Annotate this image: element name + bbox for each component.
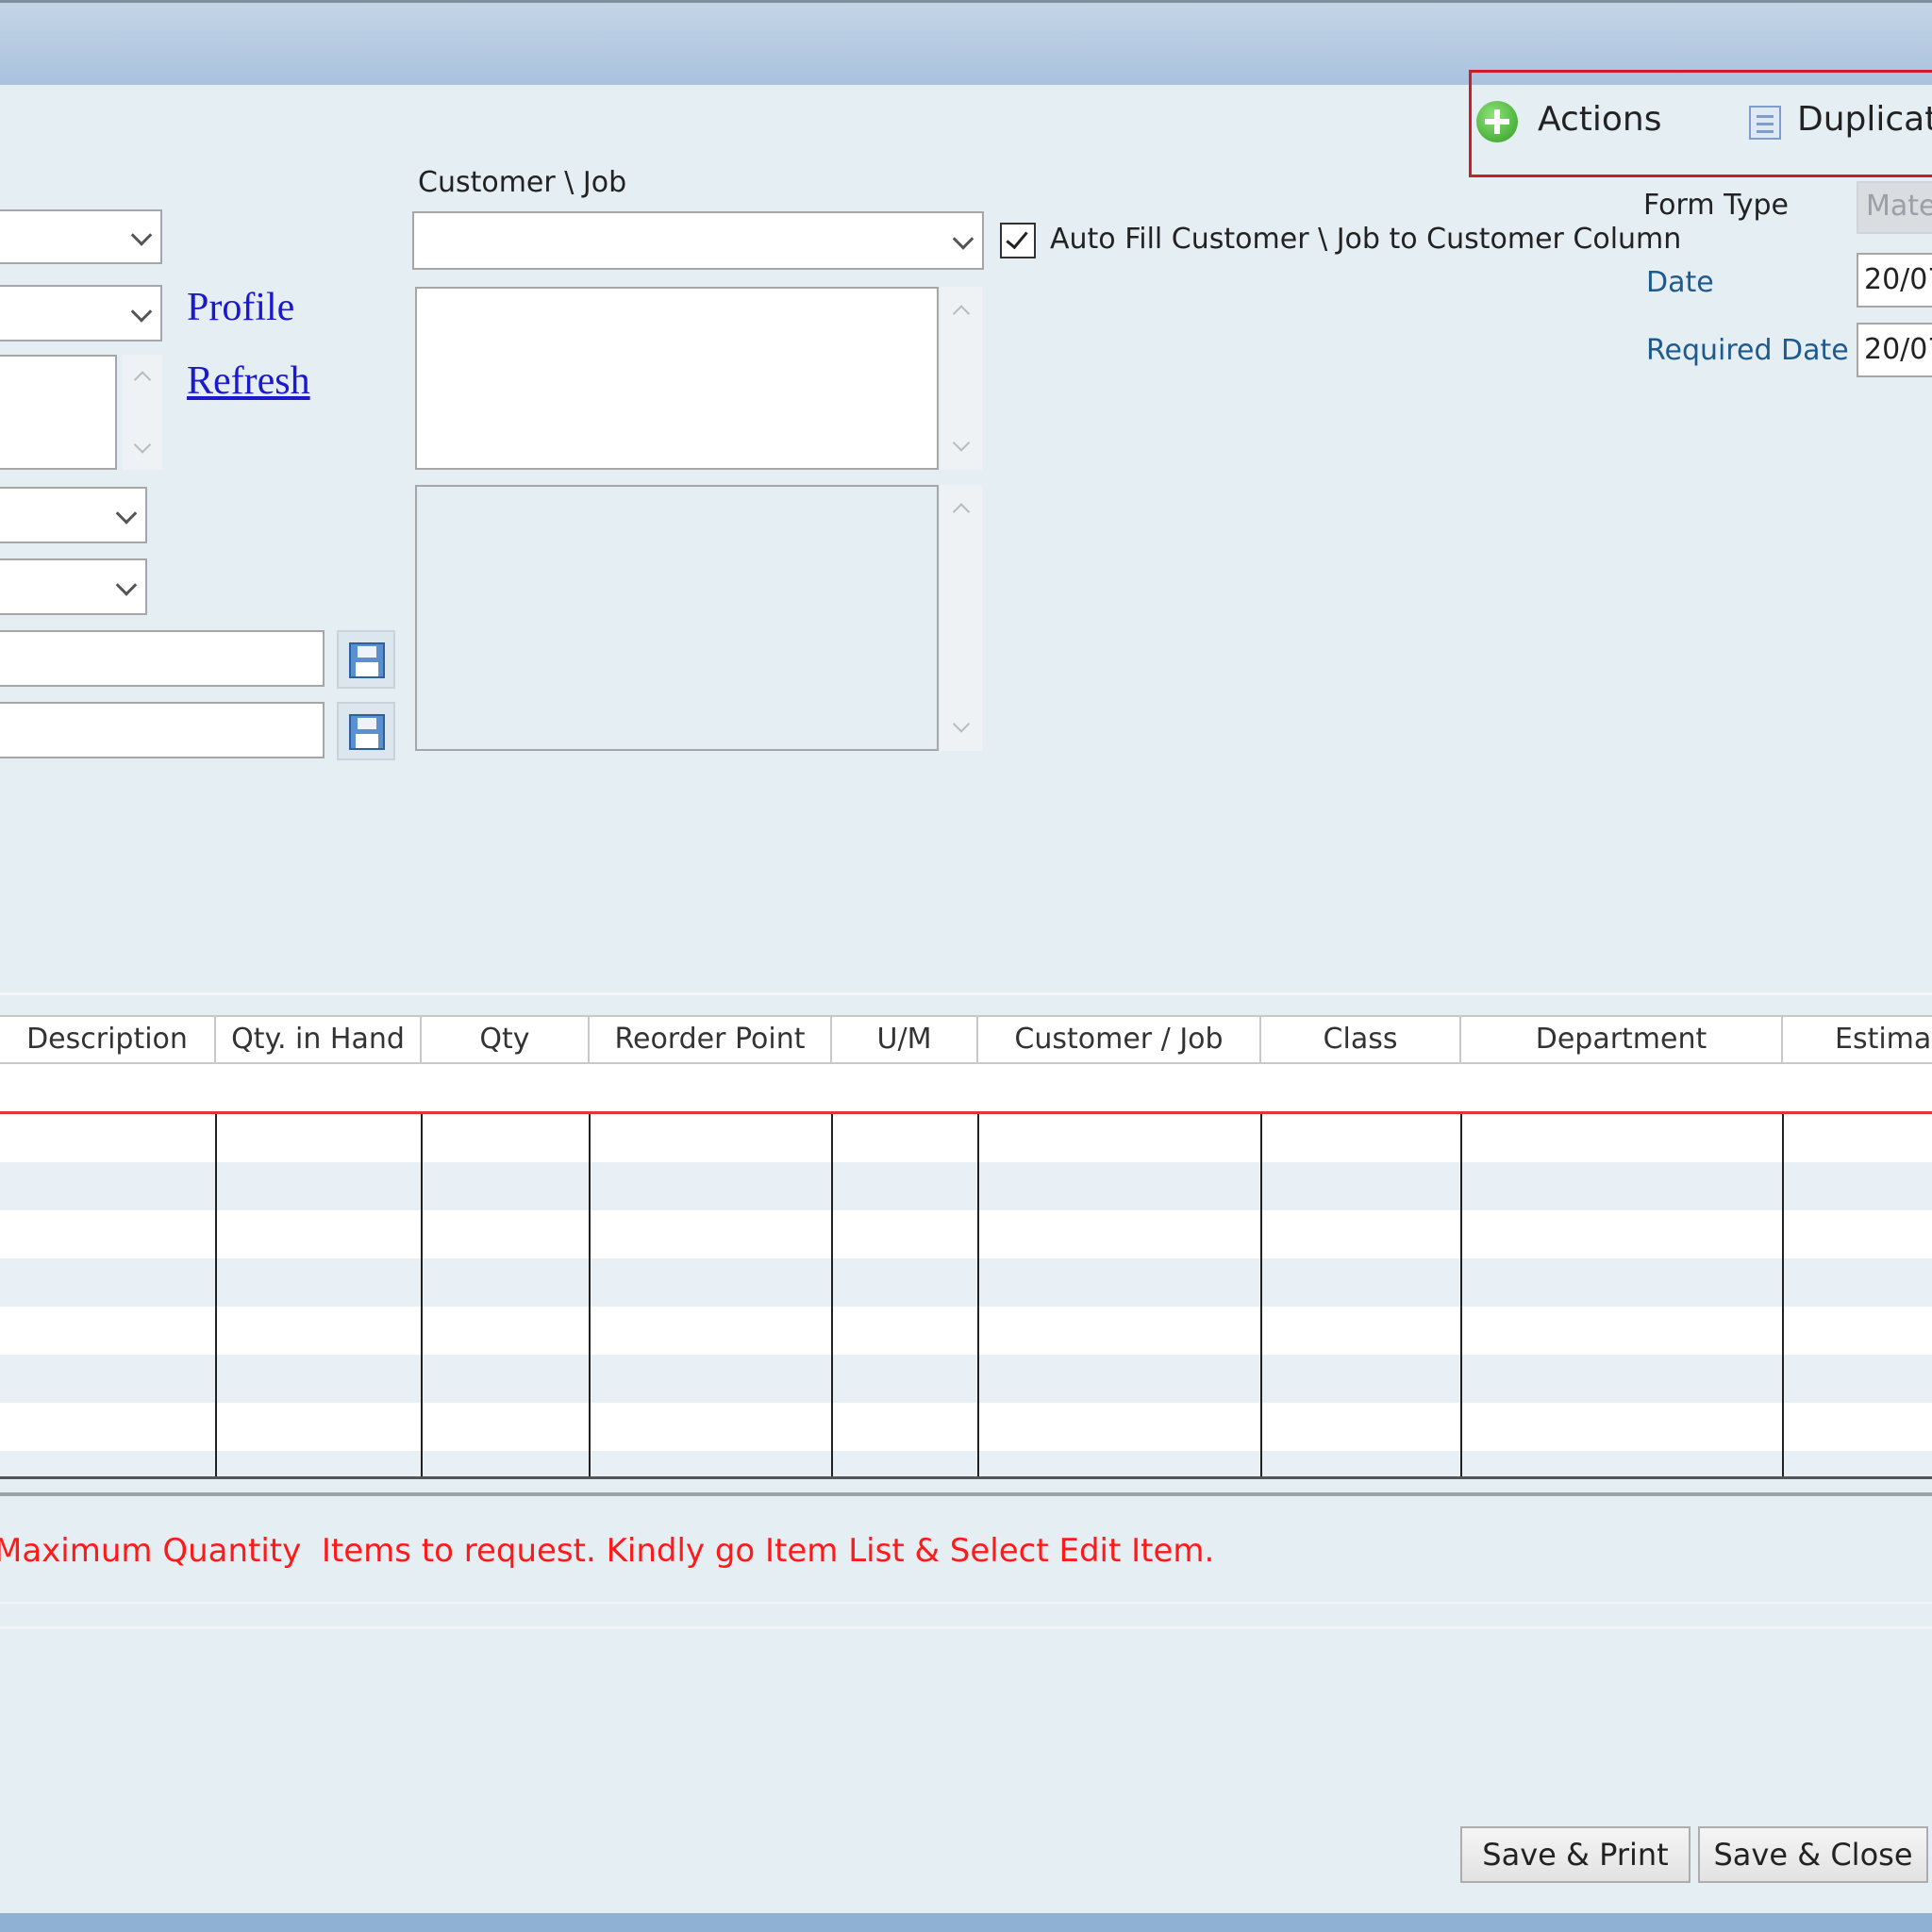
plus-circle-icon bbox=[1476, 101, 1518, 142]
required-date-field[interactable]: 20/07 bbox=[1857, 323, 1932, 377]
chevron-down-icon bbox=[130, 225, 153, 246]
form-type-value: Mate bbox=[1866, 190, 1932, 223]
date-field[interactable]: 20/07 bbox=[1857, 253, 1932, 308]
required-date-value: 20/07 bbox=[1864, 333, 1932, 366]
scroll-down-icon[interactable] bbox=[952, 715, 971, 733]
left-dropdown-2[interactable] bbox=[0, 285, 162, 341]
save-field-1-button[interactable] bbox=[337, 630, 395, 689]
grid-bottom-border bbox=[0, 1492, 1932, 1496]
col-header-reorder-point[interactable]: Reorder Point bbox=[590, 1015, 832, 1064]
col-header-department[interactable]: Department bbox=[1461, 1015, 1783, 1064]
left-dropdown-4[interactable] bbox=[0, 558, 147, 615]
left-text-field-2[interactable] bbox=[0, 702, 325, 758]
grid-body[interactable] bbox=[0, 1111, 1932, 1479]
left-memo-scrollbar[interactable] bbox=[123, 355, 162, 470]
left-text-field-1[interactable] bbox=[0, 630, 325, 687]
col-header-customer-job[interactable]: Customer / Job bbox=[978, 1015, 1261, 1064]
duplicate-button[interactable]: Duplicate bbox=[1745, 96, 1932, 149]
col-header-class[interactable]: Class bbox=[1261, 1015, 1461, 1064]
window-bottom-border bbox=[0, 1913, 1932, 1932]
auto-fill-checkbox[interactable] bbox=[1000, 223, 1036, 258]
col-header-estimate[interactable]: Estimat bbox=[1783, 1015, 1932, 1064]
memo-box[interactable] bbox=[415, 485, 939, 751]
save-field-2-button[interactable] bbox=[337, 702, 395, 760]
warning-message: Maximum Quantity Items to request. Kindl… bbox=[0, 1532, 1215, 1570]
chevron-down-icon bbox=[115, 575, 138, 596]
scroll-up-icon[interactable] bbox=[133, 371, 152, 389]
actions-label: Actions bbox=[1538, 100, 1662, 139]
address-scrollbar[interactable] bbox=[941, 287, 982, 470]
date-value: 20/07 bbox=[1864, 263, 1932, 296]
grid-separator bbox=[0, 992, 1932, 995]
date-label: Date bbox=[1646, 266, 1714, 299]
form-type-label: Form Type bbox=[1643, 189, 1790, 222]
scroll-up-icon[interactable] bbox=[952, 305, 971, 323]
auto-fill-label: Auto Fill Customer \ Job to Customer Col… bbox=[1050, 223, 1682, 256]
scroll-up-icon[interactable] bbox=[952, 503, 971, 521]
form-type-field: Mate bbox=[1857, 181, 1932, 234]
col-header-qty[interactable]: Qty bbox=[422, 1015, 590, 1064]
chevron-down-icon bbox=[952, 228, 974, 250]
chevron-down-icon bbox=[130, 301, 153, 323]
col-header-description[interactable]: Description bbox=[0, 1015, 216, 1064]
save-print-button[interactable]: Save & Print bbox=[1460, 1826, 1690, 1883]
left-dropdown-3[interactable] bbox=[0, 487, 147, 543]
checkmark-icon bbox=[1006, 225, 1028, 250]
floppy-disk-icon bbox=[349, 714, 385, 750]
required-date-label: Required Date bbox=[1646, 334, 1849, 367]
actions-button[interactable]: Actions bbox=[1474, 96, 1662, 149]
left-dropdown-1[interactable] bbox=[0, 209, 162, 264]
chevron-down-icon bbox=[115, 503, 138, 525]
left-memo-box[interactable] bbox=[0, 355, 117, 470]
customer-address-box[interactable] bbox=[415, 287, 939, 470]
floppy-disk-icon bbox=[349, 642, 385, 678]
new-row[interactable] bbox=[0, 1064, 1932, 1111]
save-close-button[interactable]: Save & Close bbox=[1698, 1826, 1928, 1883]
duplicate-icon bbox=[1749, 106, 1781, 140]
duplicate-label: Duplicate bbox=[1797, 100, 1932, 139]
col-header-qty-in-hand[interactable]: Qty. in Hand bbox=[216, 1015, 422, 1064]
customer-job-label: Customer \ Job bbox=[418, 166, 627, 199]
scroll-down-icon[interactable] bbox=[952, 434, 971, 452]
profile-link[interactable]: Profile bbox=[187, 285, 294, 330]
message-divider-2 bbox=[0, 1626, 1932, 1629]
customer-job-dropdown[interactable] bbox=[412, 211, 984, 270]
refresh-link[interactable]: Refresh bbox=[187, 358, 310, 404]
scroll-down-icon[interactable] bbox=[133, 436, 152, 454]
message-divider bbox=[0, 1602, 1932, 1604]
col-header-um[interactable]: U/M bbox=[832, 1015, 978, 1064]
memo-scrollbar[interactable] bbox=[941, 485, 982, 751]
